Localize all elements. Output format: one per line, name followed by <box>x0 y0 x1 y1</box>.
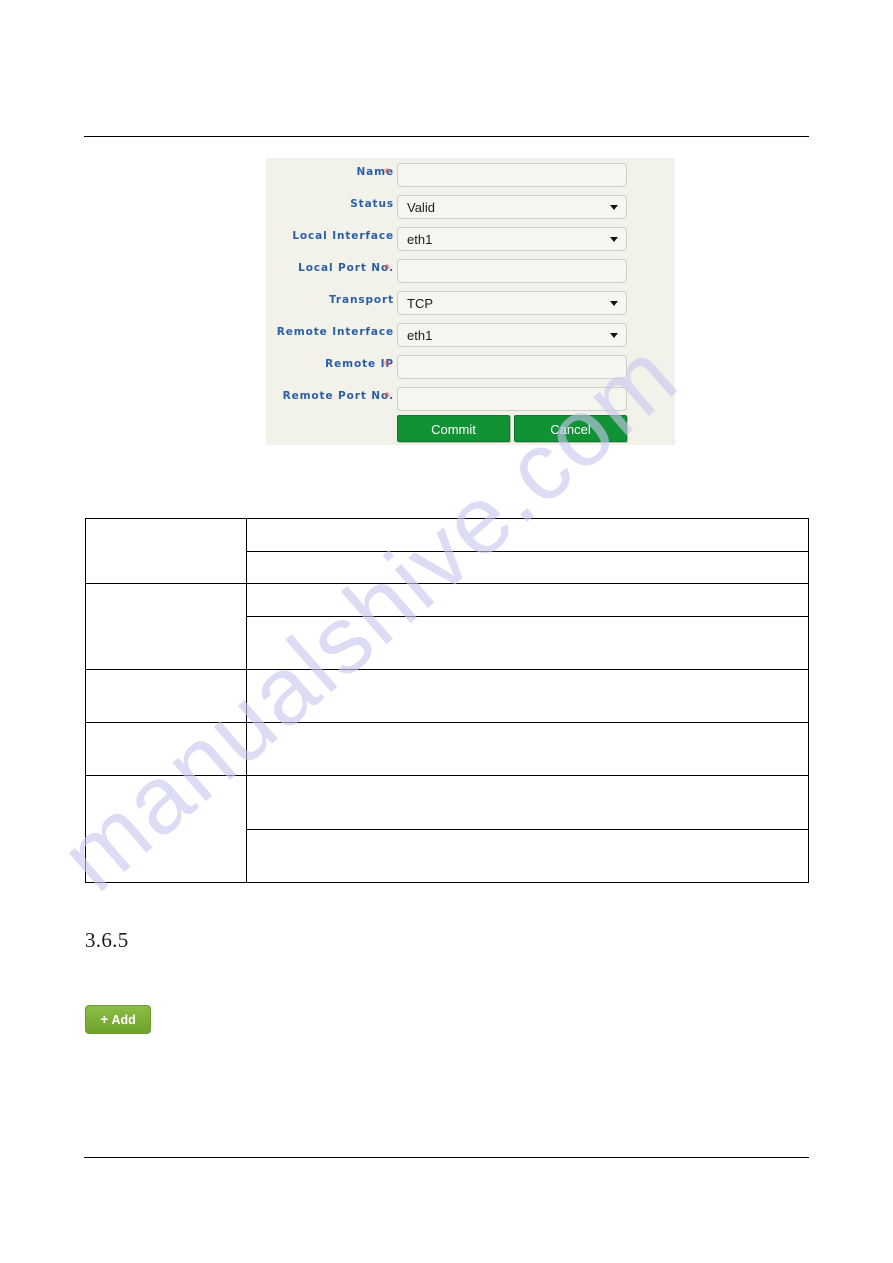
table-row <box>85 722 809 776</box>
chevron-down-icon <box>610 237 618 242</box>
form-row-name: Name * <box>266 163 675 194</box>
chevron-down-icon <box>610 301 618 306</box>
form-row-remote-interface: Remote Interface eth1 <box>266 323 675 354</box>
field-label-transport: Transport <box>328 294 394 306</box>
plus-icon: + <box>100 1011 109 1027</box>
field-label-remote-ip: Remote IP <box>325 358 394 370</box>
table-cell-value <box>246 616 809 670</box>
field-label-local-interface: Local Interface <box>292 230 394 242</box>
table-cell-key <box>85 669 247 723</box>
transport-select-value: TCP <box>407 296 433 311</box>
form-row-status: Status Valid <box>266 195 675 226</box>
table-cell-value <box>246 775 809 830</box>
add-button-label: Add <box>111 1013 136 1027</box>
local-interface-select[interactable]: eth1 <box>397 227 627 251</box>
field-label-remote-interface: Remote Interface <box>276 326 394 338</box>
connection-config-form: Name * Status Valid Local Interface eth1… <box>266 158 675 445</box>
remote-port-input[interactable] <box>397 387 627 411</box>
form-row-remote-port: Remote Port No. * <box>266 387 675 418</box>
required-marker-name: * <box>384 166 390 180</box>
table-cell-key <box>85 583 247 670</box>
status-select[interactable]: Valid <box>397 195 627 219</box>
field-label-local-port: Local Port No. <box>298 262 394 274</box>
chevron-down-icon <box>610 205 618 210</box>
commit-button[interactable]: Commit <box>397 415 510 442</box>
field-label-status: Status <box>350 198 394 210</box>
header-rule <box>84 136 809 137</box>
field-label-remote-port: Remote Port No. <box>282 390 394 402</box>
table-cell-key <box>85 518 247 584</box>
cancel-button[interactable]: Cancel <box>514 415 627 442</box>
local-port-input[interactable] <box>397 259 627 283</box>
form-row-remote-ip: Remote IP * <box>266 355 675 386</box>
table-cell-value <box>246 518 809 552</box>
required-marker-local-port: * <box>384 262 390 276</box>
table-row <box>85 583 809 670</box>
required-marker-remote-port: * <box>384 390 390 404</box>
table-cell-value <box>246 829 809 883</box>
remote-ip-input[interactable] <box>397 355 627 379</box>
table-cell-value <box>246 583 809 617</box>
table-row <box>85 518 809 584</box>
table-cell-key <box>85 775 247 883</box>
form-actions: Commit Cancel <box>397 415 637 443</box>
table-cell-value <box>246 551 809 584</box>
chevron-down-icon <box>610 333 618 338</box>
form-row-local-port: Local Port No. * <box>266 259 675 290</box>
table-cell-value <box>246 722 809 776</box>
table-cell-key <box>85 722 247 776</box>
add-button[interactable]: + Add <box>85 1005 151 1034</box>
section-heading: 3.6.5 <box>85 928 129 952</box>
name-input[interactable] <box>397 163 627 187</box>
form-row-transport: Transport TCP <box>266 291 675 322</box>
parameter-description-table <box>85 518 809 883</box>
table-cell-value <box>246 669 809 723</box>
form-row-local-interface: Local Interface eth1 <box>266 227 675 258</box>
remote-interface-select-value: eth1 <box>407 328 433 343</box>
table-row <box>85 669 809 723</box>
status-select-value: Valid <box>407 200 435 215</box>
local-interface-select-value: eth1 <box>407 232 433 247</box>
required-marker-remote-ip: * <box>384 358 390 372</box>
table-row <box>85 775 809 883</box>
field-label-name: Name <box>356 166 394 178</box>
transport-select[interactable]: TCP <box>397 291 627 315</box>
footer-rule <box>84 1157 809 1158</box>
remote-interface-select[interactable]: eth1 <box>397 323 627 347</box>
